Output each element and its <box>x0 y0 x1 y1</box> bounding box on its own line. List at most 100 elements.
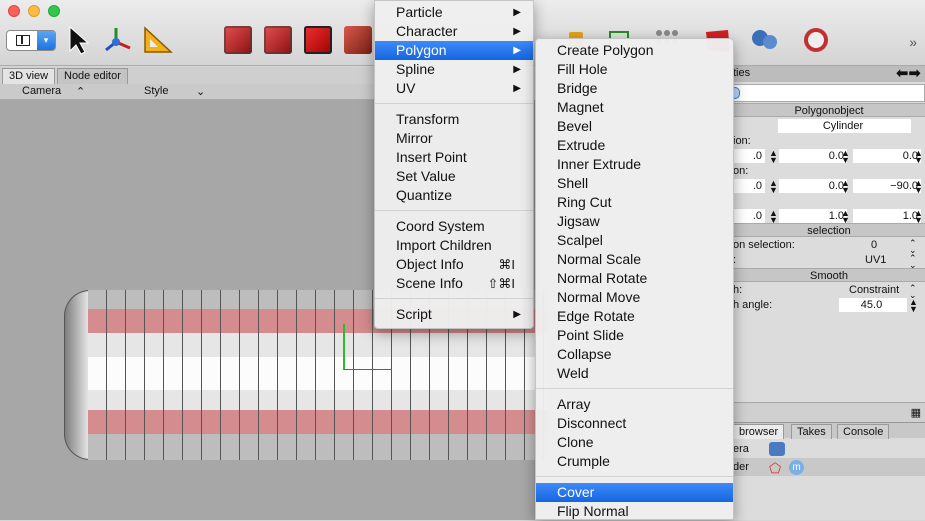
grip-icon[interactable]: ▦ <box>911 406 921 419</box>
view-header: Camera ⌃ Style ⌄ <box>0 84 375 100</box>
scale-x-field[interactable]: .0 <box>733 209 765 223</box>
edges-mode-icon[interactable] <box>264 26 292 54</box>
tab-console[interactable]: Console <box>837 424 890 439</box>
camera-menu[interactable]: Camera <box>22 85 61 97</box>
menu-item-mirror[interactable]: Mirror <box>375 129 533 148</box>
layout-select[interactable]: ▾ <box>6 30 56 51</box>
scale-z-field[interactable]: 1.0 <box>853 209 921 223</box>
tab-3d-view[interactable]: 3D view <box>2 68 56 84</box>
submenu-item-edge-rotate[interactable]: Edge Rotate <box>536 307 733 326</box>
submenu-item-fill-hole[interactable]: Fill Hole <box>536 60 733 79</box>
pos-z-field[interactable]: 0.0 <box>853 149 921 163</box>
menu-item-import-children[interactable]: Import Children <box>375 236 533 255</box>
menu-item-object-info[interactable]: Object Info ⌘I <box>375 255 533 274</box>
pos-y-field[interactable]: 0.0 <box>779 149 847 163</box>
menu-item-coord-system[interactable]: Coord System <box>375 217 533 236</box>
submenu-item-disconnect[interactable]: Disconnect <box>536 414 733 433</box>
menu-item-scene-info[interactable]: Scene Info ⇧⌘I <box>375 274 533 293</box>
smooth-label: h: <box>733 284 743 296</box>
move-icon[interactable] <box>102 24 134 56</box>
scale-y-stepper[interactable]: ▲ ▼ <box>841 209 850 225</box>
submenu-item-cover[interactable]: Cover <box>536 483 733 502</box>
menu-item-transform[interactable]: Transform <box>375 110 533 129</box>
menu-item-set-value[interactable]: Set Value <box>375 167 533 186</box>
submenu-item-scalpel[interactable]: Scalpel <box>536 231 733 250</box>
object-mode-icon[interactable] <box>344 26 372 54</box>
submenu-item-extrude[interactable]: Extrude <box>536 136 733 155</box>
submenu-item-normal-rotate[interactable]: Normal Rotate <box>536 269 733 288</box>
object-name-field[interactable]: Cylinder <box>778 119 911 133</box>
position-label: ion: <box>733 135 751 147</box>
pos-y-stepper[interactable]: ▲ ▼ <box>841 149 850 165</box>
polygons-mode-icon[interactable] <box>304 26 332 54</box>
menu-item-insert-point[interactable]: Insert Point <box>375 148 533 167</box>
submenu-item-crumple[interactable]: Crumple <box>536 452 733 471</box>
tab-node-editor[interactable]: Node editor <box>57 68 128 84</box>
submenu-item-normal-move[interactable]: Normal Move <box>536 288 733 307</box>
menu-item-spline[interactable]: Spline ▶ <box>375 60 533 79</box>
camera-icon <box>769 442 785 456</box>
section-smooth: Smooth <box>733 268 925 282</box>
axis-x <box>344 369 392 370</box>
angle-field[interactable]: 45.0 <box>839 298 907 312</box>
pos-x-field[interactable]: .0 <box>733 149 765 163</box>
back-forward-icon[interactable]: ⬅➡ <box>896 64 921 82</box>
rotation-label: on: <box>733 165 749 177</box>
menu-item-uv[interactable]: UV ▶ <box>375 79 533 98</box>
submenu-item-bridge[interactable]: Bridge <box>536 79 733 98</box>
menu-item-quantize[interactable]: Quantize <box>375 186 533 205</box>
submenu-item-array[interactable]: Array <box>536 395 733 414</box>
tab-browser[interactable]: browser <box>733 424 785 439</box>
submenu-item-point-slide[interactable]: Point Slide <box>536 326 733 345</box>
style-menu[interactable]: Style <box>144 85 168 97</box>
camera-icon[interactable] <box>748 24 780 56</box>
submenu-item-magnet[interactable]: Magnet <box>536 98 733 117</box>
submenu-item-ring-cut[interactable]: Ring Cut <box>536 193 733 212</box>
rot-x-stepper[interactable]: ▲ ▼ <box>769 179 778 195</box>
rot-z-field[interactable]: −90.0 <box>853 179 921 193</box>
selection-stepper[interactable]: ⌃ ⌄ <box>909 239 917 255</box>
menu-item-script[interactable]: Script ▶ <box>375 305 533 324</box>
menu-item-character[interactable]: Character ▶ <box>375 22 533 41</box>
close-window-button[interactable] <box>8 5 20 17</box>
rot-y-stepper[interactable]: ▲ ▼ <box>841 179 850 195</box>
submenu-item-collapse[interactable]: Collapse <box>536 345 733 364</box>
submenu-item-jigsaw[interactable]: Jigsaw <box>536 212 733 231</box>
uv-stepper[interactable]: ⌃ ⌄ <box>909 254 917 270</box>
submenu-item-clone[interactable]: Clone <box>536 433 733 452</box>
scale-x-stepper[interactable]: ▲ ▼ <box>769 209 778 225</box>
attributes-header: ties ⬅➡ <box>733 64 925 82</box>
minimize-window-button[interactable] <box>28 5 40 17</box>
arrow-cursor-icon[interactable] <box>64 24 96 56</box>
tab-takes[interactable]: Takes <box>791 424 832 439</box>
light-icon[interactable] <box>800 24 832 56</box>
menu-item-particle[interactable]: Particle ▶ <box>375 3 533 22</box>
submenu-item-flip-normal[interactable]: Flip Normal <box>536 502 733 521</box>
tag-icon[interactable]: m <box>789 460 804 475</box>
tree-row-camera[interactable]: era <box>733 440 925 458</box>
zoom-window-button[interactable] <box>48 5 60 17</box>
rot-y-field[interactable]: 0.0 <box>779 179 847 193</box>
submenu-item-weld[interactable]: Weld <box>536 364 733 383</box>
more-icon[interactable]: » <box>909 34 917 50</box>
submenu-item-create-polygon[interactable]: Create Polygon <box>536 41 733 60</box>
uv-value[interactable]: UV1 <box>865 254 886 266</box>
angle-stepper[interactable]: ▲ ▼ <box>909 298 918 314</box>
submenu-item-shell[interactable]: Shell <box>536 174 733 193</box>
search-input[interactable] <box>730 84 925 102</box>
pos-z-stepper[interactable]: ▲ ▼ <box>914 149 923 165</box>
selection-value[interactable]: 0 <box>871 239 877 251</box>
smooth-value[interactable]: Constraint <box>849 284 899 296</box>
submenu-item-inner-extrude[interactable]: Inner Extrude <box>536 155 733 174</box>
scale-z-stepper[interactable]: ▲ ▼ <box>914 209 923 225</box>
pos-x-stepper[interactable]: ▲ ▼ <box>769 149 778 165</box>
points-mode-icon[interactable] <box>224 26 252 54</box>
tree-row-cylinder[interactable]: der ⬠ m <box>733 458 925 476</box>
rot-z-stepper[interactable]: ▲ ▼ <box>914 179 923 195</box>
rot-x-field[interactable]: .0 <box>733 179 765 193</box>
submenu-item-normal-scale[interactable]: Normal Scale <box>536 250 733 269</box>
set-square-icon[interactable] <box>142 24 174 56</box>
submenu-item-bevel[interactable]: Bevel <box>536 117 733 136</box>
scale-y-field[interactable]: 1.0 <box>779 209 847 223</box>
menu-item-polygon[interactable]: Polygon ▶ <box>375 41 533 60</box>
